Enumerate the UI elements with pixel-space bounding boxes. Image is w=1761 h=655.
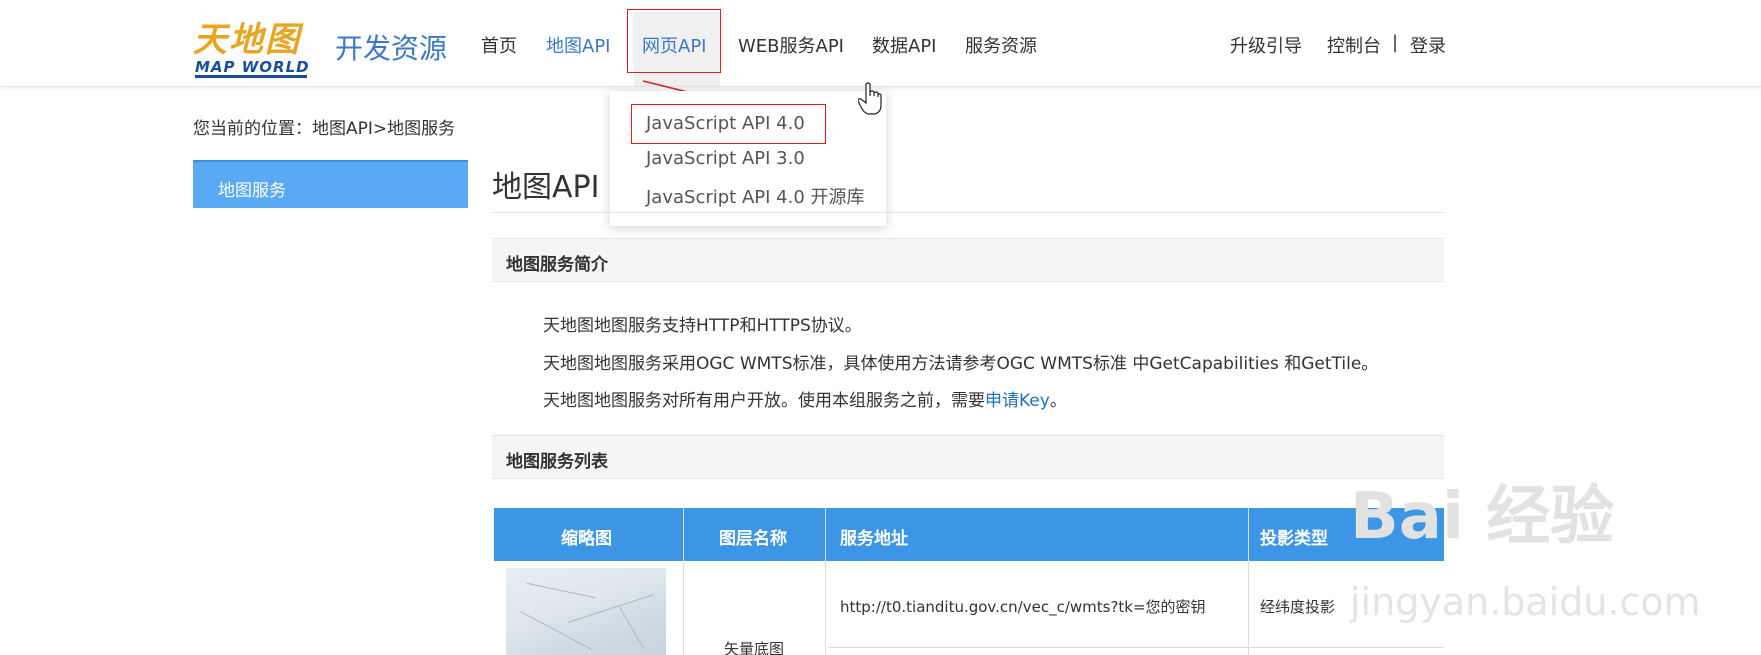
title-divider — [492, 212, 1444, 213]
watermark-main-text: Bai 经验 — [1350, 480, 1615, 554]
logo-cn-text: 天地图 — [193, 20, 301, 60]
watermark-sub-text: jingyan.baidu.com — [1350, 580, 1701, 624]
breadcrumb: 您当前的位置：地图API>地图服务 — [193, 119, 456, 139]
col-divider — [1248, 508, 1249, 655]
nav-annotation-box — [627, 9, 721, 73]
row1-layer-name: 矢量底图 — [724, 640, 785, 655]
th-layer-name: 图层名称 — [719, 529, 787, 549]
logo-underline — [195, 75, 307, 78]
login-link[interactable]: 登录 — [1410, 32, 1446, 58]
nav-separator: | — [1392, 32, 1399, 53]
top-header: 天地图 MAP WORLD 开发资源 首页 地图API 网页API WEB服务A… — [0, 0, 1761, 87]
section-intro-title: 地图服务简介 — [506, 255, 608, 275]
service-table: 缩略图 图层名称 服务地址 投影类型 矢量底图 http://t0.tiandi… — [494, 508, 1444, 655]
intro-line-2: 天地图地图服务采用OGC WMTS标准，具体使用方法请参考OGC WMTS标准 … — [543, 354, 1379, 374]
logo-en-text: MAP WORLD — [195, 58, 310, 76]
col-divider — [825, 508, 826, 655]
intro-line-3-suffix: 。 — [1049, 391, 1067, 411]
console-link[interactable]: 控制台 — [1327, 32, 1381, 58]
upgrade-guide-link[interactable]: 升级引导 — [1230, 32, 1302, 58]
nav-home[interactable]: 首页 — [481, 32, 517, 58]
hand-cursor-icon — [858, 82, 882, 115]
nav-service-resources[interactable]: 服务资源 — [965, 32, 1037, 58]
sidebar-item-map-service[interactable]: 地图服务 — [193, 160, 468, 208]
tianditu-logo[interactable]: 天地图 MAP WORLD — [193, 12, 311, 78]
th-projection: 投影类型 — [1260, 529, 1328, 549]
table-header-row: 缩略图 图层名称 服务地址 投影类型 — [494, 508, 1444, 561]
nav-data-api[interactable]: 数据API — [872, 32, 936, 58]
intro-line-1: 天地图地图服务支持HTTP和HTTPS协议。 — [543, 316, 862, 336]
intro-line-3-prefix: 天地图地图服务对所有用户开放。使用本组服务之前，需要 — [543, 391, 985, 411]
section-list-title: 地图服务列表 — [506, 452, 608, 472]
section-list-header: 地图服务列表 — [492, 435, 1444, 479]
intro-line-3: 天地图地图服务对所有用户开放。使用本组服务之前，需要申请Key。 — [543, 386, 1067, 411]
baidu-jingyan-watermark: Bai 经验 jingyan.baidu.com — [1350, 465, 1701, 635]
row1-projection: 经纬度投影 — [1260, 598, 1336, 616]
th-service-url: 服务地址 — [840, 529, 908, 549]
page-title: 地图API — [492, 170, 600, 205]
row-divider — [828, 647, 1444, 648]
vector-map-thumbnail — [506, 568, 666, 655]
dropdown-item-js-api-3[interactable]: JavaScript API 3.0 — [646, 148, 805, 169]
col-divider — [683, 508, 684, 655]
section-intro-header: 地图服务简介 — [492, 238, 1444, 282]
dropdown-annotation-box — [631, 104, 826, 144]
dropdown-item-js-api-4-opensource[interactable]: JavaScript API 4.0 开源库 — [646, 183, 865, 209]
nav-map-api[interactable]: 地图API — [546, 32, 610, 58]
brand-subtitle: 开发资源 — [335, 32, 448, 65]
row1-service-url[interactable]: http://t0.tianditu.gov.cn/vec_c/wmts?tk=… — [840, 596, 1206, 617]
apply-key-link[interactable]: 申请Key — [985, 391, 1050, 411]
th-thumbnail: 缩略图 — [561, 529, 612, 549]
nav-web-service-api[interactable]: WEB服务API — [738, 32, 844, 58]
